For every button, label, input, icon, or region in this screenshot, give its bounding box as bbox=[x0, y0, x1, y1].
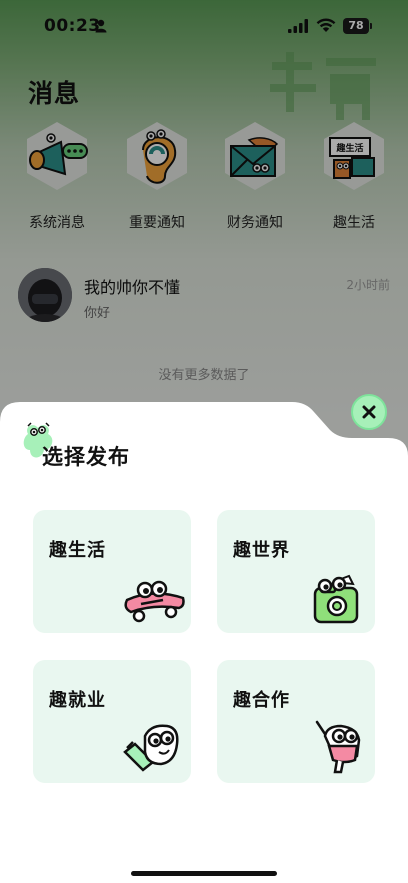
publish-option-fun-life[interactable]: 趣生活 bbox=[33, 510, 191, 633]
option-label: 趣生活 bbox=[49, 540, 106, 561]
sheet-title: 选择发布 bbox=[42, 445, 130, 469]
option-label: 趣世界 bbox=[233, 540, 290, 561]
cup-icon bbox=[123, 724, 179, 772]
publish-sheet bbox=[0, 402, 408, 883]
skateboard-icon bbox=[124, 580, 185, 623]
publish-option-fun-world[interactable]: 趣世界 bbox=[217, 510, 375, 633]
close-icon bbox=[362, 405, 376, 419]
close-button[interactable] bbox=[351, 394, 387, 430]
juice-box-icon bbox=[315, 720, 361, 774]
publish-option-fun-jobs[interactable]: 趣就业 bbox=[33, 660, 191, 783]
option-label: 趣合作 bbox=[233, 690, 290, 711]
option-label: 趣就业 bbox=[49, 690, 106, 711]
publish-option-fun-cooperation[interactable]: 趣合作 bbox=[217, 660, 375, 783]
camera-icon bbox=[313, 574, 359, 624]
home-indicator[interactable] bbox=[131, 871, 277, 876]
